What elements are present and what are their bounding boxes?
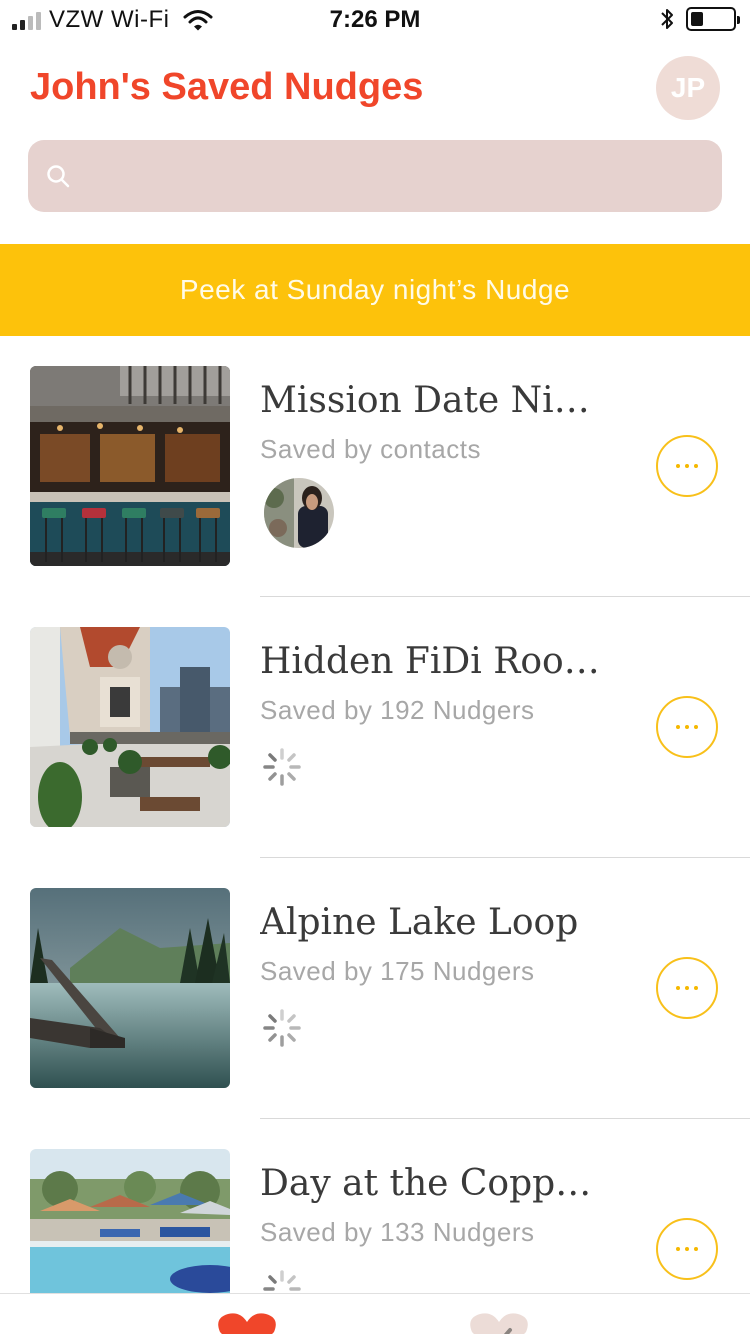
- more-icon-dot: [676, 1247, 680, 1251]
- heart-icon[interactable]: [216, 1312, 278, 1334]
- nudge-subtitle: Saved by 192 Nudgers: [260, 695, 535, 725]
- more-icon-dot: [694, 464, 698, 468]
- search-bar[interactable]: [28, 140, 722, 212]
- more-icon-dot: [694, 986, 698, 990]
- nudge-thumbnail[interactable]: [30, 627, 230, 827]
- search-icon: [47, 165, 70, 188]
- nudge-item[interactable]: Alpine Lake Loop Saved by 175 Nudgers: [0, 858, 750, 1119]
- pool-umbrellas-image: [30, 1149, 230, 1293]
- more-icon-dot: [676, 725, 680, 729]
- nudge-title[interactable]: Alpine Lake Loop: [260, 902, 610, 943]
- nudge-title[interactable]: Mission Date Night: [260, 380, 610, 421]
- rooftop-terrace-image: [30, 627, 230, 827]
- battery-icon: [686, 7, 740, 31]
- battery-level: [691, 12, 703, 26]
- bar-interior-image: [30, 366, 230, 566]
- nudge-subtitle: Saved by contacts: [260, 434, 481, 464]
- nudge-list[interactable]: Mission Date Night Saved by contacts Hid…: [0, 336, 750, 1293]
- tab-bar: [0, 1293, 750, 1334]
- nudge-thumbnail[interactable]: [30, 366, 230, 566]
- nudge-thumbnail[interactable]: [30, 888, 230, 1088]
- nudge-item[interactable]: Mission Date Night Saved by contacts: [0, 336, 750, 597]
- loading-spinner-icon: [263, 748, 301, 786]
- search-input[interactable]: [88, 140, 708, 212]
- more-icon-dot: [685, 464, 689, 468]
- more-icon-dot: [685, 1247, 689, 1251]
- heart-check-icon[interactable]: [468, 1312, 530, 1334]
- nudge-item[interactable]: Hidden FiDi Rooftop Saved by 192 Nudgers: [0, 597, 750, 858]
- page-title: John's Saved Nudges: [30, 66, 424, 108]
- status-time: 7:26 PM: [329, 6, 421, 33]
- loading-spinner-icon: [263, 1009, 301, 1047]
- more-icon-dot: [685, 725, 689, 729]
- loading-spinner-icon: [263, 1270, 301, 1291]
- nudge-subtitle: Saved by 175 Nudgers: [260, 956, 535, 986]
- bluetooth-icon: [661, 9, 673, 29]
- nudge-title[interactable]: Day at the Coppola Winery: [260, 1163, 610, 1204]
- more-icon-dot: [676, 464, 680, 468]
- saver-avatar[interactable]: [264, 478, 334, 548]
- nudge-subtitle: Saved by 133 Nudgers: [260, 1217, 535, 1247]
- nudge-item[interactable]: Day at the Coppola Winery Saved by 133 N…: [0, 1119, 750, 1293]
- nudge-title[interactable]: Hidden FiDi Rooftop: [260, 641, 610, 682]
- misty-lake-image: [30, 888, 230, 1088]
- nudge-thumbnail[interactable]: [30, 1149, 230, 1293]
- more-button[interactable]: [656, 1218, 718, 1280]
- user-avatar[interactable]: JP: [656, 56, 720, 120]
- more-icon-dot: [694, 1247, 698, 1251]
- more-icon-dot: [685, 986, 689, 990]
- contact-photo: [264, 478, 334, 548]
- status-right: [660, 7, 740, 31]
- more-icon-dot: [694, 725, 698, 729]
- banner-text: Peek at Sunday night’s Nudge: [179, 274, 571, 305]
- more-button[interactable]: [656, 435, 718, 497]
- status-bar: VZW Wi-Fi 7:26 PM: [0, 0, 750, 40]
- more-button[interactable]: [656, 957, 718, 1019]
- more-icon-dot: [676, 986, 680, 990]
- more-button[interactable]: [656, 696, 718, 758]
- peek-banner[interactable]: Peek at Sunday night’s Nudge: [0, 244, 750, 336]
